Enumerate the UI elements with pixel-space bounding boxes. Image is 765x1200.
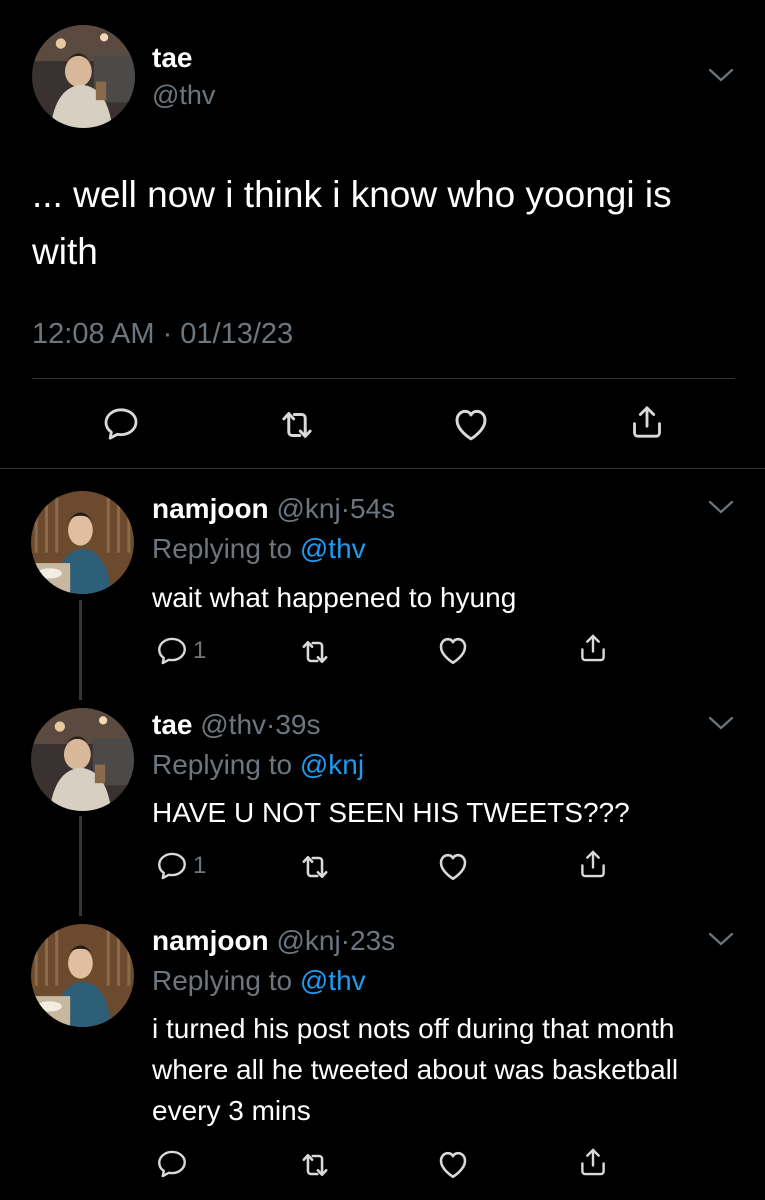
author-name[interactable]: tae xyxy=(152,709,192,740)
reply-age: 39s xyxy=(275,709,321,740)
replying-to-link[interactable]: @thv xyxy=(300,965,366,996)
reply-age: 54s xyxy=(350,493,396,524)
author-name[interactable]: namjoon xyxy=(152,925,269,956)
like-button[interactable] xyxy=(435,848,471,884)
chevron-down-icon xyxy=(707,930,735,948)
avatar-photo-icon xyxy=(31,924,134,1027)
divider xyxy=(32,378,735,379)
reply-button[interactable]: 1 xyxy=(155,634,206,668)
more-options-button[interactable] xyxy=(707,498,735,516)
tweet-timestamp: 12:08 AM · 01/13/23 xyxy=(32,318,294,350)
avatar[interactable] xyxy=(31,491,134,594)
reply-header: namjoon @knj·23s xyxy=(152,925,395,957)
like-button[interactable] xyxy=(435,632,471,668)
replying-to-link[interactable]: @knj xyxy=(300,749,364,780)
share-button[interactable] xyxy=(627,402,667,442)
avatar-photo-icon xyxy=(31,708,134,811)
reply-text: HAVE U NOT SEEN HIS TWEETS??? xyxy=(152,797,630,828)
avatar-photo-icon xyxy=(31,491,134,594)
share-button[interactable] xyxy=(576,847,610,881)
comment-icon xyxy=(101,404,141,444)
heart-icon xyxy=(435,848,471,884)
retweet-icon xyxy=(297,1147,333,1183)
reply-count: 1 xyxy=(193,637,207,664)
avatar-photo-icon xyxy=(32,25,135,128)
retweet-button[interactable] xyxy=(297,849,333,885)
retweet-icon xyxy=(276,404,318,446)
separator: · xyxy=(340,493,350,524)
share-button[interactable] xyxy=(576,631,610,665)
chevron-down-icon xyxy=(707,714,735,732)
replying-to-link[interactable]: @thv xyxy=(300,533,366,564)
divider xyxy=(0,468,765,469)
separator: · xyxy=(340,925,350,956)
replying-prefix: Replying to xyxy=(152,749,293,780)
replying-to: Replying to @thv xyxy=(152,965,366,997)
reply-header: namjoon @knj·54s xyxy=(152,493,395,525)
more-options-button[interactable] xyxy=(707,66,735,84)
author-name[interactable]: namjoon xyxy=(152,493,269,524)
share-icon xyxy=(576,1145,610,1179)
heart-icon xyxy=(450,403,492,445)
heart-icon xyxy=(435,1146,471,1182)
author-name[interactable]: tae xyxy=(152,42,192,74)
retweet-icon xyxy=(297,634,333,670)
thread-connector xyxy=(79,816,82,916)
avatar[interactable] xyxy=(31,708,134,811)
replying-prefix: Replying to xyxy=(152,965,293,996)
more-options-button[interactable] xyxy=(707,714,735,732)
reply-text: wait what happened to hyung xyxy=(152,582,517,613)
reply-button[interactable] xyxy=(101,404,141,444)
reply-age: 23s xyxy=(350,925,396,956)
author-handle[interactable]: @knj xyxy=(276,925,340,956)
tweet-text: ... well now i think i know who yoongi i… xyxy=(32,174,672,272)
retweet-icon xyxy=(297,849,333,885)
retweet-button[interactable] xyxy=(276,404,318,446)
thread-connector xyxy=(79,600,82,700)
like-button[interactable] xyxy=(435,1146,471,1182)
comment-icon xyxy=(155,1147,189,1181)
comment-icon xyxy=(155,634,189,668)
replying-prefix: Replying to xyxy=(152,533,293,564)
more-options-button[interactable] xyxy=(707,930,735,948)
comment-icon xyxy=(155,849,189,883)
chevron-down-icon xyxy=(707,66,735,84)
reply-button[interactable]: 1 xyxy=(155,849,206,883)
share-icon xyxy=(576,631,610,665)
retweet-button[interactable] xyxy=(297,634,333,670)
replying-to: Replying to @thv xyxy=(152,533,366,565)
reply-button[interactable] xyxy=(155,1147,193,1181)
share-button[interactable] xyxy=(576,1145,610,1179)
replying-to: Replying to @knj xyxy=(152,749,364,781)
author-handle[interactable]: @thv xyxy=(152,80,215,111)
share-icon xyxy=(576,847,610,881)
avatar[interactable] xyxy=(32,25,135,128)
reply-header: tae @thv·39s xyxy=(152,709,321,741)
share-icon xyxy=(627,402,667,442)
separator: · xyxy=(266,709,276,740)
retweet-button[interactable] xyxy=(297,1147,333,1183)
heart-icon xyxy=(435,632,471,668)
reply-text: i turned his post nots off during that m… xyxy=(152,1013,679,1126)
like-button[interactable] xyxy=(450,403,492,445)
author-handle[interactable]: @knj xyxy=(276,493,340,524)
author-handle[interactable]: @thv xyxy=(200,709,266,740)
chevron-down-icon xyxy=(707,498,735,516)
avatar[interactable] xyxy=(31,924,134,1027)
reply-count: 1 xyxy=(193,852,207,879)
